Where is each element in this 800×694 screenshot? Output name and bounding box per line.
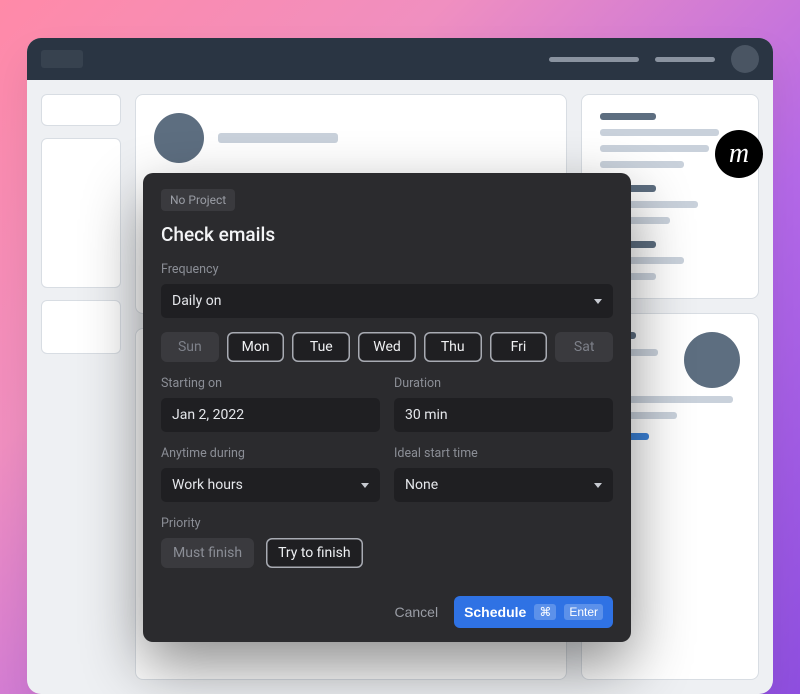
day-toggle-fri[interactable]: Fri [490, 332, 548, 362]
shortcut-key: Enter [564, 604, 603, 620]
day-toggle-tue[interactable]: Tue [292, 332, 350, 362]
brand-badge: m [715, 130, 763, 178]
app-header [27, 38, 773, 80]
anytime-during-value: Work hours [172, 477, 243, 493]
anytime-during-field: Anytime during Work hours [161, 446, 380, 502]
chevron-down-icon [361, 483, 369, 488]
ideal-start-value: None [405, 477, 438, 493]
schedule-button[interactable]: Schedule ⌘ Enter [454, 596, 613, 628]
skel-line [600, 129, 719, 136]
day-picker: Sun MonTue Wed Thu FriSat [161, 332, 613, 362]
duration-input[interactable]: 30 min [394, 398, 613, 432]
avatar-placeholder [154, 113, 204, 163]
skel-line [600, 113, 656, 120]
day-toggle-wed[interactable]: Wed [358, 332, 416, 362]
skel-line [218, 133, 338, 143]
starting-on-value: Jan 2, 2022 [172, 407, 244, 423]
frequency-select[interactable]: Daily on [161, 284, 613, 318]
priority-label: Priority [161, 516, 613, 531]
header-left-chip [41, 50, 83, 68]
skel-line [600, 145, 709, 152]
avatar-placeholder [684, 332, 740, 388]
day-toggle-sun[interactable]: Sun [161, 332, 219, 362]
day-toggle-mon[interactable]: Mon [227, 332, 285, 362]
priority-option[interactable]: Try to finish [266, 538, 363, 568]
skel-line [600, 161, 684, 168]
modal-footer: Cancel Schedule ⌘ Enter [161, 596, 613, 628]
schedule-button-label: Schedule [464, 604, 526, 620]
anytime-during-label: Anytime during [161, 446, 380, 461]
anytime-during-select[interactable]: Work hours [161, 468, 380, 502]
avatar[interactable] [731, 45, 759, 73]
ideal-start-field: Ideal start time None [394, 446, 613, 502]
chevron-down-icon [594, 299, 602, 304]
ideal-start-label: Ideal start time [394, 446, 613, 461]
starting-on-input[interactable]: Jan 2, 2022 [161, 398, 380, 432]
task-scheduler-modal: No Project Check emails Frequency Daily … [143, 173, 631, 642]
duration-label: Duration [394, 376, 613, 391]
shortcut-mod: ⌘ [534, 604, 556, 620]
duration-value: 30 min [405, 407, 448, 423]
ideal-start-select[interactable]: None [394, 468, 613, 502]
header-skel-line [549, 57, 639, 62]
day-toggle-thu[interactable]: Thu [424, 332, 482, 362]
sidebar-block [41, 300, 121, 354]
project-chip[interactable]: No Project [161, 189, 235, 211]
frequency-field: Frequency Daily on [161, 262, 613, 318]
priority-field: Priority Must finish Try to finish [161, 516, 613, 568]
starting-on-label: Starting on [161, 376, 380, 391]
duration-field: Duration 30 min [394, 376, 613, 432]
header-skel-line [655, 57, 715, 62]
brand-glyph: m [729, 138, 749, 170]
chevron-down-icon [594, 483, 602, 488]
priority-option[interactable]: Must finish [161, 538, 254, 568]
header-right [549, 45, 759, 73]
cancel-button[interactable]: Cancel [394, 604, 438, 620]
sidebar [41, 94, 121, 680]
starting-on-field: Starting on Jan 2, 2022 [161, 376, 380, 432]
app-window: m No Project Check emails Frequency Dail… [27, 38, 773, 694]
sidebar-block [41, 138, 121, 288]
task-title[interactable]: Check emails [161, 223, 613, 246]
day-toggle-sat[interactable]: Sat [555, 332, 613, 362]
frequency-label: Frequency [161, 262, 613, 277]
sidebar-block [41, 94, 121, 126]
frequency-value: Daily on [172, 293, 221, 309]
